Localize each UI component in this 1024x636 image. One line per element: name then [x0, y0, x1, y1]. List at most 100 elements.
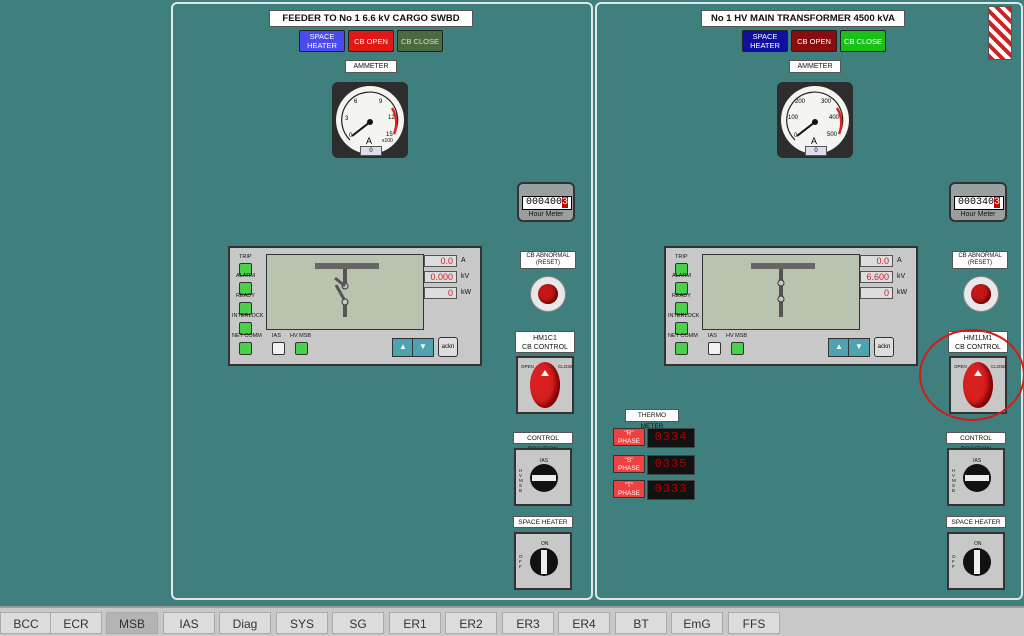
hvmsb-position-label: HVMSB	[952, 468, 956, 493]
scale-12: 12	[388, 115, 395, 121]
power-unit: kW	[461, 289, 472, 296]
space-heater-knob[interactable]	[530, 548, 558, 576]
cb-control-label: HM1C1 CB CONTROL	[515, 331, 575, 353]
hour-meter-digits: 0003403	[954, 196, 1004, 210]
s-phase-temp: 0335	[647, 455, 695, 475]
ias-label: IAS	[708, 333, 717, 339]
ammeter-label: AMMETER	[345, 60, 397, 73]
ias-label: IAS	[272, 333, 281, 339]
tab-er4[interactable]: ER4	[558, 612, 610, 634]
ammeter-dial: 0 100 200 300 400 500 A 0	[781, 86, 849, 156]
ammeter-gauge: 0 3 6 9 12 15 A x100 0	[332, 82, 408, 158]
highlight-circle	[919, 329, 1024, 421]
tab-er1[interactable]: ER1	[389, 612, 441, 634]
ammeter-unit: A	[366, 136, 373, 146]
protection-relay: TRIP ALARM READY INTERLOCK NET COMM IAS …	[664, 246, 918, 366]
interlock-label: INTERLOCK	[232, 313, 264, 319]
interlock-label: INTERLOCK	[668, 313, 700, 319]
tab-sg[interactable]: SG	[332, 612, 384, 634]
hour-meter: 0003403 Hour Meter	[949, 182, 1007, 222]
ammeter-gauge: 0 100 200 300 400 500 A 0	[777, 82, 853, 158]
warning-sign-icon	[988, 6, 1012, 60]
cb-control-switch[interactable]: OPEN CLOSE	[516, 356, 574, 414]
ias-indicator	[708, 342, 721, 355]
net-comm-indicator	[675, 342, 688, 355]
tab-sys[interactable]: SYS	[276, 612, 328, 634]
hour-meter-digits: 0004003	[522, 196, 572, 210]
ammeter-readout: 0	[805, 146, 827, 156]
down-button[interactable]: ▼	[412, 338, 434, 357]
hv-msb-label: HV MSB	[290, 333, 312, 339]
control-position-switch[interactable]: IAS HVMSB	[514, 448, 572, 506]
cb-abnormal-reset-button[interactable]	[963, 276, 999, 312]
control-position-knob[interactable]	[530, 464, 558, 492]
tab-bt[interactable]: BT	[615, 612, 667, 634]
heater-on-label: ON	[541, 541, 549, 547]
scale-3: 3	[345, 116, 349, 122]
t-phase-label: "T" PHASE	[613, 480, 645, 498]
ammeter-label: AMMETER	[789, 60, 841, 73]
panel-title: FEEDER TO No 1 6.6 kV CARGO SWBD	[269, 10, 473, 27]
ready-label: READY	[672, 293, 691, 299]
scale-6: 6	[354, 99, 358, 105]
down-button[interactable]: ▼	[848, 338, 870, 357]
tab-ecr[interactable]: ECR	[50, 612, 102, 634]
hv-msb-indicator	[295, 342, 308, 355]
heater-on-label: ON	[974, 541, 982, 547]
power-readout: 0	[424, 287, 457, 299]
tab-ias[interactable]: IAS	[163, 612, 215, 634]
cb-open-indicator: CB OPEN	[348, 30, 394, 52]
svg-text:500: 500	[827, 132, 838, 138]
thermo-meter-label: THERMO METER	[625, 409, 679, 430]
space-heater-label: SPACE HEATER	[946, 516, 1006, 528]
ackn-button[interactable]: ackn	[874, 337, 894, 357]
space-heater-knob[interactable]	[963, 548, 991, 576]
up-button[interactable]: ▲	[828, 338, 850, 357]
hvmsb-position-label: HVMSB	[519, 468, 523, 493]
control-position-knob[interactable]	[963, 464, 991, 492]
control-position-switch[interactable]: IAS HVMSB	[947, 448, 1005, 506]
voltage-unit: kV	[461, 273, 470, 280]
tab-er2[interactable]: ER2	[445, 612, 497, 634]
t-phase-temp: 0333	[647, 480, 695, 500]
tab-er3[interactable]: ER3	[502, 612, 554, 634]
ackn-button[interactable]: ackn	[438, 337, 458, 357]
heater-off-label: OFF	[519, 554, 523, 569]
r-phase-label: "R" PHASE	[613, 428, 645, 446]
single-line-display	[702, 254, 860, 330]
tab-diag[interactable]: Diag	[219, 612, 271, 634]
current-unit: A	[461, 257, 466, 264]
cb-open-indicator: CB OPEN	[791, 30, 837, 52]
space-heater-label: SPACE HEATER	[513, 516, 573, 528]
cb-close-indicator: CB CLOSE	[840, 30, 886, 52]
space-heater-switch[interactable]: ON OFF	[514, 532, 572, 590]
voltage-readout: 6.600	[860, 271, 893, 283]
ammeter-dial: 0 3 6 9 12 15 A x100 0	[336, 86, 404, 156]
voltage-readout: 0.000	[424, 271, 457, 283]
single-line-display	[266, 254, 424, 330]
space-heater-indicator: SPACE HEATER	[742, 30, 788, 52]
cb-abnormal-label: CB ABNORMAL (RESET)	[520, 251, 576, 269]
alarm-label: ALARM	[672, 273, 691, 279]
tab-bcc[interactable]: BCC	[0, 612, 52, 634]
space-heater-switch[interactable]: ON OFF	[947, 532, 1005, 590]
ammeter-unit: A	[811, 136, 818, 146]
cb-abnormal-reset-button[interactable]	[530, 276, 566, 312]
ready-label: READY	[236, 293, 255, 299]
cb-control-id: HM1C1	[533, 335, 557, 342]
up-button[interactable]: ▲	[392, 338, 414, 357]
svg-text:400: 400	[829, 115, 840, 121]
control-position-label: CONTROL POSITION	[513, 432, 573, 453]
hv-msb-indicator	[731, 342, 744, 355]
tab-ffs[interactable]: FFS	[728, 612, 780, 634]
space-heater-indicator: SPACE HEATER	[299, 30, 345, 52]
tab-emg[interactable]: EmG	[671, 612, 723, 634]
hv-msb-label: HV MSB	[726, 333, 748, 339]
cb-close-indicator: CB CLOSE	[397, 30, 443, 52]
s-phase-label: "S" PHASE	[613, 455, 645, 473]
tab-msb[interactable]: MSB	[106, 612, 158, 634]
r-phase-temp: 0334	[647, 428, 695, 448]
left-panel: FEEDER TO No 1 6.6 kV CARGO SWBD SPACE H…	[171, 2, 593, 600]
alarm-label: ALARM	[236, 273, 255, 279]
current-unit: A	[897, 257, 902, 264]
